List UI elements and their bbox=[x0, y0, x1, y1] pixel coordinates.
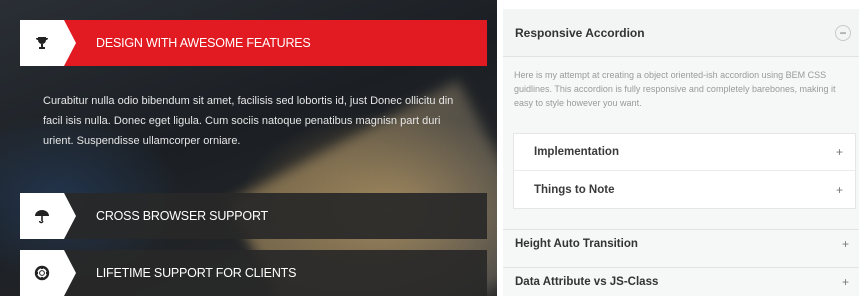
nested-item-implementation[interactable]: Implementation + bbox=[514, 134, 855, 171]
accordion-item-label: Data Attribute vs JS-Class bbox=[515, 276, 659, 288]
accordion-item-design[interactable]: DESIGN WITH AWESOME FEATURES bbox=[20, 20, 487, 66]
lifebuoy-icon bbox=[20, 250, 76, 296]
nested-item-label: Things to Note bbox=[534, 183, 615, 196]
accordion-item-label: Height Auto Transition bbox=[515, 238, 638, 250]
umbrella-icon bbox=[20, 193, 76, 239]
accordion-title: Responsive Accordion bbox=[515, 25, 645, 40]
expand-icon[interactable]: + bbox=[842, 275, 849, 289]
accordion-body-text: Curabitur nulla odio bibendum sit amet, … bbox=[43, 95, 454, 147]
responsive-accordion: Responsive Accordion − Here is my attemp… bbox=[503, 9, 859, 296]
accordion-item-label: CROSS BROWSER SUPPORT bbox=[64, 193, 487, 239]
trophy-icon bbox=[20, 20, 76, 66]
accordion-item-label: LIFETIME SUPPORT FOR CLIENTS bbox=[64, 250, 487, 296]
accordion-item-height-auto[interactable]: Height Auto Transition + bbox=[503, 229, 859, 258]
accordion-item-cross-browser[interactable]: CROSS BROWSER SUPPORT bbox=[20, 193, 487, 239]
nested-item-things-to-note[interactable]: Things to Note + bbox=[514, 171, 855, 208]
accordion-item-support[interactable]: LIFETIME SUPPORT FOR CLIENTS bbox=[20, 250, 487, 296]
accordion-item-label: DESIGN WITH AWESOME FEATURES bbox=[64, 20, 487, 66]
nested-item-label: Implementation bbox=[534, 146, 619, 158]
accordion-description: Here is my attempt at creating a object … bbox=[514, 70, 836, 108]
expand-icon[interactable]: + bbox=[842, 237, 849, 251]
nested-accordion: Implementation + Things to Note + bbox=[513, 133, 856, 209]
expand-icon[interactable]: + bbox=[836, 145, 843, 159]
expand-icon[interactable]: + bbox=[836, 183, 843, 197]
collapse-icon[interactable]: − bbox=[835, 24, 851, 41]
feature-accordion: DESIGN WITH AWESOME FEATURES Curabitur n… bbox=[0, 0, 497, 296]
accordion-header[interactable]: Responsive Accordion − bbox=[503, 9, 859, 57]
accordion-item-data-attribute[interactable]: Data Attribute vs JS-Class + bbox=[503, 267, 859, 296]
